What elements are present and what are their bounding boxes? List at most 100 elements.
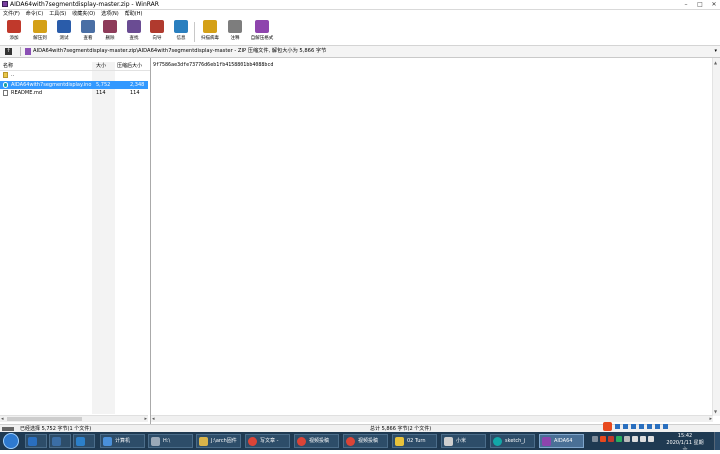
address-bar: ↑ AIDA64with7segmentdisplay-master.zip\A… — [0, 46, 720, 58]
media-player-icon — [52, 437, 61, 446]
taskbar-item-folder[interactable]: J:\arch固件 — [196, 434, 241, 448]
test-button[interactable]: 测试 — [54, 20, 74, 44]
taskbar-item-chrome[interactable]: 写文章 - — [245, 434, 290, 448]
sfx-button[interactable]: 自解压格式 — [248, 20, 276, 44]
winrar-icon — [542, 437, 551, 446]
folder-icon — [199, 437, 208, 446]
taskbar-item-music[interactable]: 02 Turn — [392, 434, 437, 448]
chrome-icon — [297, 437, 306, 446]
table-row[interactable]: .. — [0, 71, 148, 79]
minimize-button[interactable]: – — [682, 1, 690, 8]
tray-app-icon[interactable] — [608, 436, 614, 442]
taskbar: 计算机 H:\ J:\arch固件 写文章 - 视频投稿 视频投稿 02 Tur… — [0, 432, 720, 453]
taskbar-item[interactable] — [73, 434, 95, 448]
xiaomi-icon — [444, 437, 453, 446]
ime-mode-icon[interactable] — [615, 424, 620, 429]
view-button[interactable]: 查看 — [78, 20, 98, 44]
close-button[interactable]: ✕ — [710, 1, 718, 8]
ime-emoji-icon[interactable] — [631, 424, 636, 429]
ime-punct-icon[interactable] — [623, 424, 628, 429]
archive-path[interactable]: AIDA64with7segmentdisplay-master.zip\AID… — [33, 47, 326, 56]
test-icon — [57, 20, 71, 33]
bluetooth-icon[interactable] — [632, 436, 638, 442]
preview-pane: 9f7586ae3dfe73776d6eb1fb4158801bb4088bcd… — [151, 58, 720, 424]
show-desktop-button[interactable] — [714, 432, 720, 450]
menu-file[interactable]: 文件(F) — [0, 10, 23, 18]
ime-voice-icon[interactable] — [639, 424, 644, 429]
column-header-size[interactable]: 大小 — [96, 62, 106, 70]
info-button[interactable]: 信息 — [171, 20, 191, 44]
table-row[interactable]: README.md 114 114 — [0, 89, 148, 97]
nvidia-icon[interactable] — [616, 436, 622, 442]
size-column-highlight — [92, 62, 115, 414]
network-icon[interactable] — [640, 436, 646, 442]
winrar-app-icon — [2, 1, 8, 7]
taskbar-item-chrome[interactable]: 视频投稿 — [294, 434, 339, 448]
taskbar-item-chrome[interactable]: 视频投稿 — [343, 434, 388, 448]
scroll-up-icon[interactable]: ▲ — [714, 60, 717, 65]
menu-command[interactable]: 命令(C) — [23, 10, 46, 18]
scroll-left-icon[interactable]: ◂ — [1, 416, 4, 422]
language-icon[interactable] — [592, 436, 598, 442]
add-button[interactable]: 添加 — [4, 20, 24, 44]
scroll-down-icon[interactable]: ▼ — [714, 409, 717, 414]
scrollbar-thumb[interactable] — [7, 417, 82, 421]
volume-icon[interactable] — [648, 436, 654, 442]
ie-browser-icon — [76, 437, 85, 446]
column-header-name[interactable]: 名称 — [3, 62, 13, 70]
preview-horizontal-scrollbar[interactable]: ◂ ▸ — [151, 415, 713, 422]
menu-bar: 文件(F) 命令(C) 工具(S) 收藏夹(O) 选项(N) 帮助(H) — [0, 10, 720, 18]
drive-icon — [151, 437, 160, 446]
virus-scan-icon — [203, 20, 217, 33]
ino-file-icon — [3, 82, 8, 88]
scroll-left-icon[interactable]: ◂ — [152, 416, 155, 422]
tray-app-icon[interactable] — [624, 436, 630, 442]
chevron-down-icon[interactable]: ▾ — [714, 47, 717, 56]
column-headers: 名称 大小 压缩后大小 — [0, 62, 150, 71]
extract-to-button[interactable]: 解压到 — [30, 20, 50, 44]
preview-vertical-scrollbar[interactable]: ▲ ▼ — [712, 58, 720, 416]
find-icon — [127, 20, 141, 33]
taskbar-item-arduino[interactable]: sketch_j — [490, 434, 535, 448]
column-header-packed[interactable]: 压缩后大小 — [117, 62, 142, 70]
clock[interactable]: 15:42 2020/1/11 星期六 — [665, 433, 705, 454]
file-list-pane: 名称 大小 压缩后大小 .. AIDA64with7segmentdisplay… — [0, 58, 151, 424]
chrome-icon — [248, 437, 257, 446]
toolbar: 添加 解压到 测试 查看 删除 查找 向导 信息 扫描病毒 注释 自解压格式 — [0, 19, 720, 46]
address-separator — [20, 47, 21, 56]
sogou-tray-icon[interactable] — [600, 436, 606, 442]
menu-options[interactable]: 选项(N) — [98, 10, 122, 18]
menu-help[interactable]: 帮助(H) — [122, 10, 146, 18]
taskbar-item-drive[interactable]: H:\ — [148, 434, 193, 448]
ime-tools-icon[interactable] — [663, 424, 668, 429]
find-button[interactable]: 查找 — [124, 20, 144, 44]
table-row-selected[interactable]: AIDA64with7segmentdisplay.ino 5,752 2,34… — [0, 81, 148, 89]
folder-icon — [3, 72, 8, 78]
taskbar-item-computer[interactable]: 计算机 — [100, 434, 145, 448]
status-icons — [2, 427, 14, 431]
extract-icon — [33, 20, 47, 33]
up-arrow-icon[interactable]: ↑ — [5, 48, 12, 55]
start-button[interactable] — [3, 433, 19, 449]
window-controls: – □ ✕ — [682, 0, 718, 8]
taskbar-item[interactable] — [49, 434, 71, 448]
delete-button[interactable]: 删除 — [100, 20, 120, 44]
window-title: AIDA64with7segmentdisplay-master.zip - W… — [10, 1, 159, 8]
taskbar-item[interactable] — [25, 434, 47, 448]
file-list-horizontal-scrollbar[interactable]: ◂ ▸ — [0, 415, 148, 422]
comment-icon — [228, 20, 242, 33]
ime-keyboard-icon[interactable] — [647, 424, 652, 429]
menu-tools[interactable]: 工具(S) — [46, 10, 69, 18]
text-file-icon — [3, 90, 8, 96]
comment-button[interactable]: 注释 — [225, 20, 245, 44]
menu-favorites[interactable]: 收藏夹(O) — [69, 10, 98, 18]
wizard-button[interactable]: 向导 — [147, 20, 167, 44]
taskbar-item-xiaomi[interactable]: 小米 — [441, 434, 486, 448]
maximize-button[interactable]: □ — [696, 1, 704, 8]
sogou-ime-icon[interactable] — [603, 422, 612, 431]
scroll-right-icon[interactable]: ▸ — [144, 416, 147, 422]
taskbar-item-winrar[interactable]: AIDA64 — [539, 434, 584, 448]
ime-skin-icon[interactable] — [655, 424, 660, 429]
wizard-icon — [150, 20, 164, 33]
virus-scan-button[interactable]: 扫描病毒 — [198, 20, 222, 44]
